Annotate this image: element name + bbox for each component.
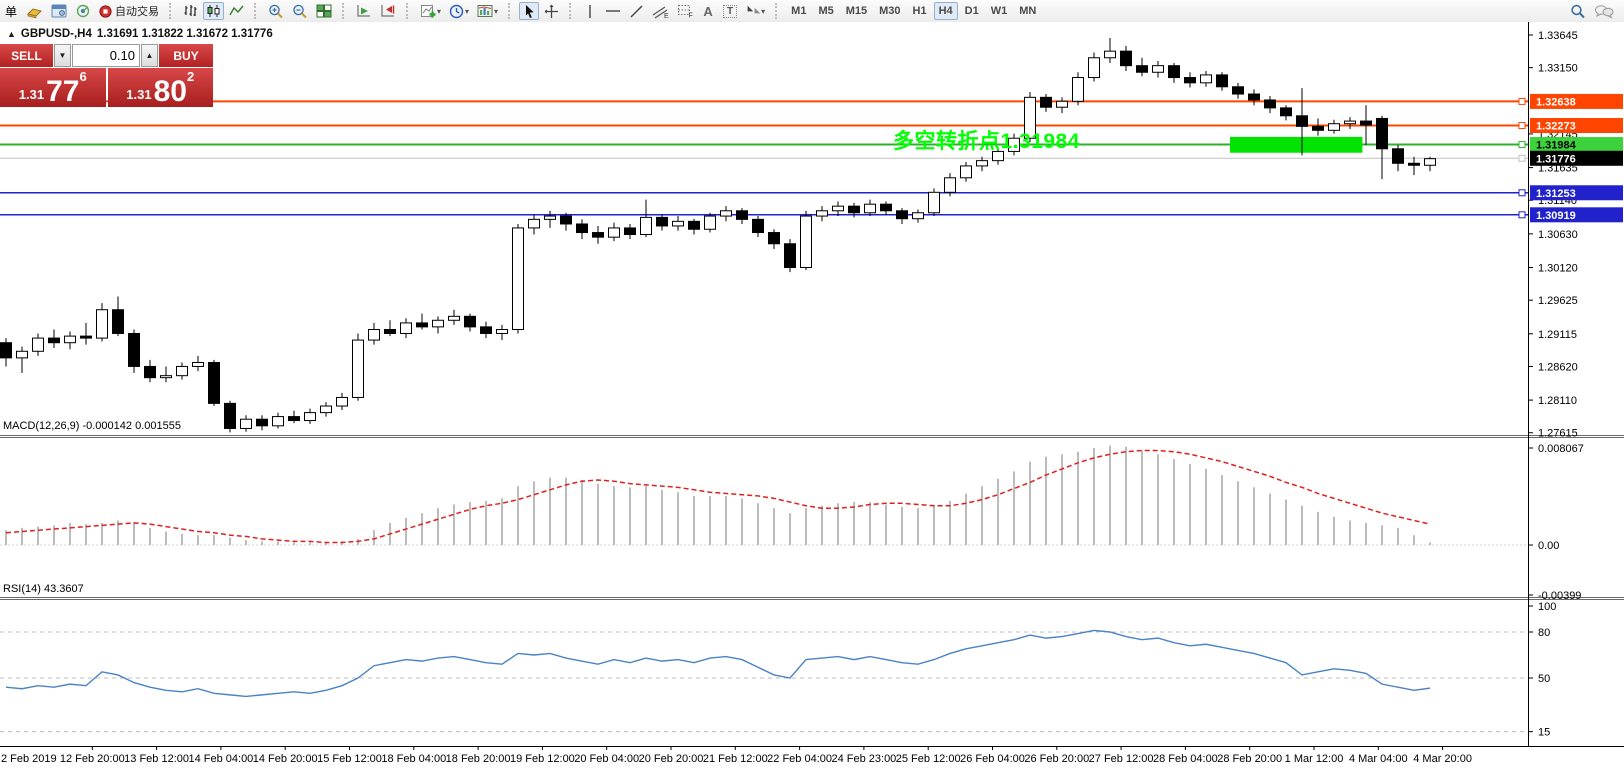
chart-title: ▲ GBPUSD-,H4 1.31691 1.31822 1.31672 1.3…	[7, 28, 273, 40]
toolbar-separator	[508, 3, 514, 19]
timeframe-m15-button[interactable]: M15	[841, 2, 872, 20]
buy-price-big: 80	[153, 74, 187, 108]
time-axis[interactable]	[0, 746, 1624, 773]
timeframe-h1-button[interactable]: H1	[908, 2, 932, 20]
volume-decrease-button[interactable]: ▼	[54, 44, 71, 67]
svg-text:F: F	[689, 13, 693, 19]
crosshair-tool-icon[interactable]	[541, 2, 562, 20]
timeframe-m1-button[interactable]: M1	[786, 2, 811, 20]
bar-chart-type-icon[interactable]	[180, 2, 201, 20]
dropdown-caret-icon[interactable]: ▾	[494, 7, 498, 16]
pivot-annotation-text[interactable]: 多空转折点1.31984	[893, 125, 1080, 155]
sell-price-big: 77	[46, 74, 80, 108]
toolbar-separator	[254, 3, 260, 19]
new-order-gold-icon[interactable]	[23, 2, 46, 20]
new-order-button[interactable]: 单	[1, 2, 21, 20]
sell-price-small: 1.31	[18, 87, 45, 102]
arrows-tool-icon[interactable]: ▾	[742, 2, 768, 20]
toolbar-separator	[569, 3, 575, 19]
symbol-period-label: GBPUSD-,H4	[20, 28, 92, 40]
one-click-trading-panel: SELL ▼ 0.10 ▲ BUY 1.31 77 6 1.31 80 2	[0, 44, 213, 107]
horizontal-line-tool-icon[interactable]	[602, 2, 624, 20]
timeframe-d1-button[interactable]: D1	[960, 2, 984, 20]
dropdown-caret-icon[interactable]: ▾	[465, 7, 469, 16]
timeframe-m30-button[interactable]: M30	[874, 2, 905, 20]
dropdown-caret-icon[interactable]: ▾	[437, 7, 441, 16]
chart-window[interactable]: 1.33645 1.33150 1.32145 1.31635 1.31140 1.306…	[0, 22, 1624, 773]
market-watch-icon[interactable]	[48, 2, 70, 20]
vertical-line-tool-icon[interactable]	[580, 2, 600, 20]
timeframe-mn-button[interactable]: MN	[1014, 2, 1041, 20]
ohlc-values: 1.31691 1.31822 1.31672 1.31776	[96, 28, 273, 40]
trendline-tool-icon[interactable]	[626, 2, 647, 20]
buy-price-display[interactable]: 1.31 80 2	[107, 68, 213, 108]
dropdown-caret-icon[interactable]: ▾	[761, 7, 765, 16]
tile-windows-icon[interactable]	[313, 2, 335, 20]
svg-text:E: E	[664, 13, 669, 19]
templates-icon[interactable]: ▾	[474, 2, 501, 20]
buy-button[interactable]: BUY	[159, 44, 213, 67]
cursor-tool-icon[interactable]	[519, 2, 540, 20]
autotrading-button[interactable]: 自动交易	[96, 2, 162, 20]
buy-price-small: 1.31	[126, 87, 152, 102]
sell-price-sup: 6	[79, 69, 87, 84]
search-icon[interactable]	[1567, 2, 1589, 20]
text-label-tool-icon[interactable]: T	[720, 2, 740, 20]
volume-increase-button[interactable]: ▲	[141, 44, 158, 67]
fibo-grid-tool-icon[interactable]: F	[674, 2, 696, 20]
line-chart-type-icon[interactable]	[226, 2, 247, 20]
timeframe-h4-button[interactable]: H4	[933, 2, 958, 20]
timeframe-m5-button[interactable]: M5	[813, 2, 838, 20]
macd-pane-divider[interactable]	[0, 431, 1624, 441]
zoom-out-icon[interactable]	[289, 2, 311, 20]
sell-button[interactable]: SELL	[0, 44, 53, 67]
toolbar-separator	[406, 3, 412, 19]
signals-radar-icon[interactable]	[72, 2, 94, 20]
price-axis[interactable]	[1529, 22, 1624, 746]
chart-shift-icon[interactable]	[377, 2, 399, 20]
timeframe-group: M1 M5 M15 M30 H1 H4 D1 W1 MN	[785, 2, 1042, 20]
zoom-in-icon[interactable]	[265, 2, 287, 20]
main-toolbar: 单 自动交易 ▾ ▾ ▾ E F A T ▾ M1 M5 M15 M30 H1 …	[0, 0, 1624, 23]
indicators-add-icon[interactable]: ▾	[417, 2, 444, 20]
buy-price-sup: 2	[186, 69, 195, 84]
periods-clock-icon[interactable]: ▾	[446, 2, 472, 20]
toolbar-separator	[775, 3, 781, 19]
toolbar-separator	[342, 3, 348, 19]
toolbar-separator	[169, 3, 175, 19]
timeframe-w1-button[interactable]: W1	[986, 2, 1013, 20]
candlestick-chart-type-icon[interactable]	[203, 2, 224, 20]
one-click-collapse-icon[interactable]: ▲	[7, 29, 16, 39]
autotrading-stop-icon	[99, 4, 112, 18]
volume-input[interactable]: 0.10	[72, 44, 140, 67]
chart-canvas[interactable]: 1.336451.331501.321451.316351.311401.306…	[0, 22, 1624, 773]
text-tool-icon[interactable]: A	[698, 2, 718, 20]
auto-scroll-icon[interactable]	[353, 2, 375, 20]
fibonacci-tool-icon[interactable]: E	[649, 2, 672, 20]
chat-icon[interactable]	[1591, 2, 1617, 20]
sell-price-display[interactable]: 1.31 77 6	[0, 68, 106, 107]
rsi-pane-divider[interactable]	[0, 593, 1624, 603]
